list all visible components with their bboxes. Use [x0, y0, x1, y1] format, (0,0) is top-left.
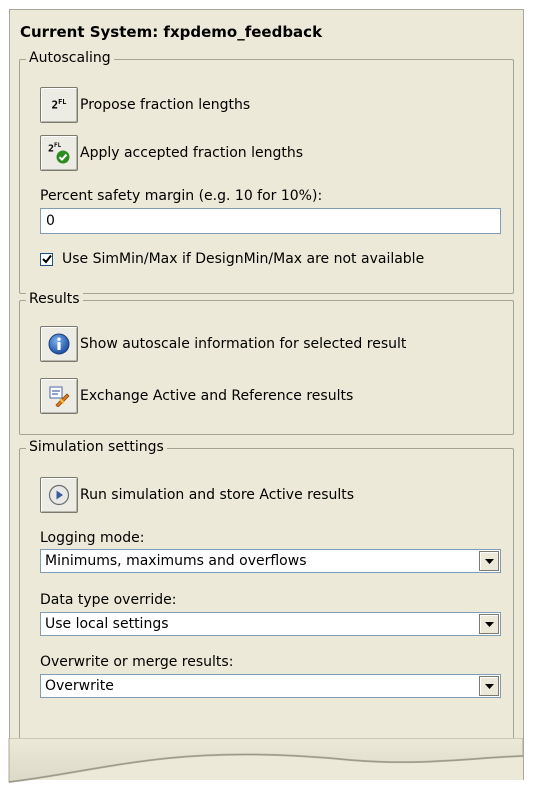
simulation-settings-legend: Simulation settings	[26, 439, 167, 455]
autoscaling-legend: Autoscaling	[26, 50, 114, 66]
logging-mode-select[interactable]: Minimums, maximums and overflows	[40, 549, 501, 573]
results-group: Results Show autoscale information for s…	[19, 291, 514, 435]
logging-mode-label: Logging mode:	[40, 530, 145, 546]
exchange-row: Exchange Active and Reference results	[40, 377, 353, 415]
simulation-settings-group: Simulation settings Run simulation and s…	[19, 439, 514, 746]
data-type-override-label: Data type override:	[40, 592, 177, 608]
overwrite-merge-label: Overwrite or merge results:	[40, 654, 234, 670]
current-system-title: Current System: fxpdemo_feedback	[20, 23, 323, 41]
show-info-row: Show autoscale information for selected …	[40, 325, 406, 363]
chevron-down-icon[interactable]	[479, 676, 499, 696]
safety-margin-label: Percent safety margin (e.g. 10 for 10%):	[40, 188, 323, 204]
results-legend: Results	[26, 291, 83, 307]
propose-fraction-lengths-button[interactable]: 2FL	[40, 87, 78, 123]
overwrite-merge-select[interactable]: Overwrite	[40, 674, 501, 698]
apply-row: 2FL Apply accepted fraction lengths	[40, 134, 303, 172]
torn-edge-decoration	[8, 738, 524, 783]
info-icon	[48, 333, 70, 355]
exchange-results-button[interactable]	[40, 378, 78, 414]
chevron-down-icon[interactable]	[479, 551, 499, 571]
overwrite-merge-value: Overwrite	[45, 678, 114, 694]
apply-fraction-lengths-button[interactable]: 2FL	[40, 135, 78, 171]
propose-fraction-lengths-label: Propose fraction lengths	[80, 97, 251, 113]
propose-fl-icon: 2FL	[51, 98, 67, 112]
simminmax-label: Use SimMin/Max if DesignMin/Max are not …	[62, 251, 425, 267]
chevron-down-icon[interactable]	[479, 614, 499, 634]
logging-mode-value: Minimums, maximums and overflows	[45, 553, 307, 569]
apply-fraction-lengths-label: Apply accepted fraction lengths	[80, 145, 304, 161]
simminmax-option[interactable]: Use SimMin/Max if DesignMin/Max are not …	[40, 251, 424, 267]
show-autoscale-info-label: Show autoscale information for selected …	[80, 336, 407, 352]
exchange-icon	[49, 386, 70, 407]
run-simulation-label: Run simulation and store Active results	[80, 487, 355, 503]
simminmax-checkbox[interactable]	[40, 252, 53, 266]
check-icon	[41, 254, 52, 264]
apply-fl-icon: 2FL	[48, 142, 70, 164]
run-simulation-row: Run simulation and store Active results	[40, 476, 354, 514]
safety-margin-input[interactable]	[40, 208, 501, 234]
propose-row: 2FL Propose fraction lengths	[40, 86, 250, 124]
data-type-override-select[interactable]: Use local settings	[40, 612, 501, 636]
play-icon	[48, 484, 70, 506]
fixed-point-tool-panel: Current System: fxpdemo_feedback Autosca…	[9, 9, 524, 780]
run-simulation-button[interactable]	[40, 477, 78, 513]
show-autoscale-info-button[interactable]	[40, 326, 78, 362]
data-type-override-value: Use local settings	[45, 616, 169, 632]
autoscaling-group: Autoscaling 2FL Propose fraction lengths…	[19, 50, 514, 294]
exchange-results-label: Exchange Active and Reference results	[80, 388, 354, 404]
